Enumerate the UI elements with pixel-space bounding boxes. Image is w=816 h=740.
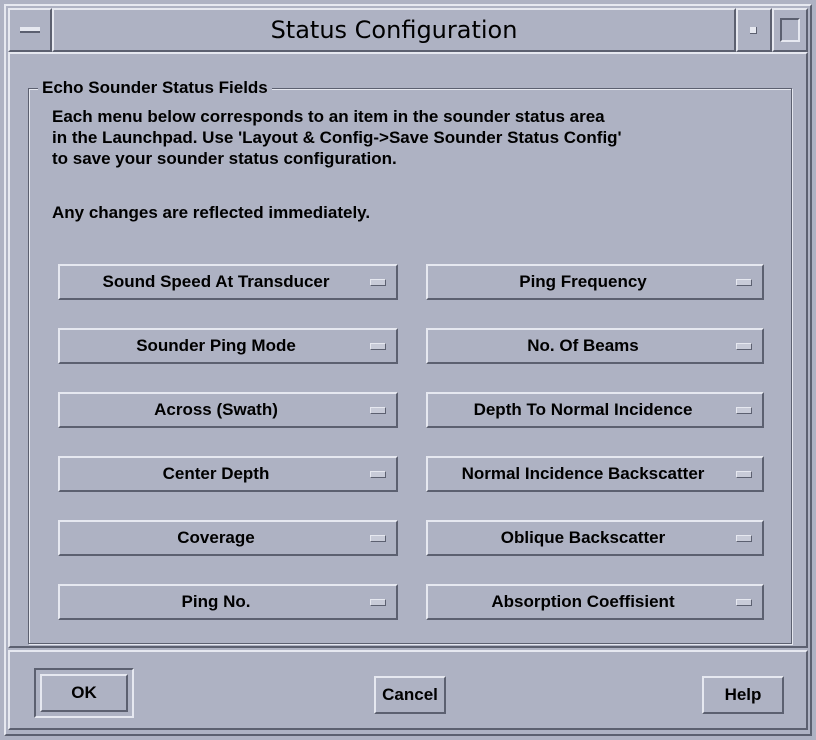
option-menu-indicator-icon: [370, 535, 386, 542]
option-menu-indicator-icon: [736, 535, 752, 542]
field-menu-label: Center Depth: [162, 464, 270, 483]
field-menu-right-2[interactable]: No. Of Beams: [426, 328, 764, 364]
field-menu-right-1[interactable]: Ping Frequency: [426, 264, 764, 300]
minimize-button[interactable]: [736, 8, 772, 52]
field-menu-right-6[interactable]: Absorption Coeffisient: [426, 584, 764, 620]
minimize-icon: [750, 27, 757, 34]
field-menu-label: Normal Incidence Backscatter: [461, 464, 705, 483]
field-menu-label: Coverage: [177, 528, 255, 547]
description-line: in the Launchpad. Use 'Layout & Config->…: [52, 128, 622, 147]
status-configuration-window: Status Configuration Echo Sounder Status…: [0, 0, 816, 740]
description-line: Each menu below corresponds to an item i…: [52, 107, 605, 126]
field-menu-left-2[interactable]: Sounder Ping Mode: [58, 328, 398, 364]
field-menu-right-4[interactable]: Normal Incidence Backscatter: [426, 456, 764, 492]
option-menu-indicator-icon: [736, 471, 752, 478]
maximize-icon: [780, 18, 800, 42]
maximize-button[interactable]: [772, 8, 808, 52]
field-menu-left-4[interactable]: Center Depth: [58, 456, 398, 492]
field-menu-label: No. Of Beams: [527, 336, 639, 355]
option-menu-indicator-icon: [736, 343, 752, 350]
option-menu-indicator-icon: [370, 279, 386, 286]
status-fields-group: [28, 88, 792, 644]
window-title[interactable]: Status Configuration: [52, 8, 736, 52]
cancel-button[interactable]: Cancel: [374, 676, 446, 714]
help-button[interactable]: Help: [702, 676, 784, 714]
field-menu-left-1[interactable]: Sound Speed At Transducer: [58, 264, 398, 300]
group-description: Each menu below corresponds to an item i…: [52, 106, 792, 169]
field-menu-label: Absorption Coeffisient: [491, 592, 675, 611]
field-menu-label: Across (Swath): [154, 400, 278, 419]
option-menu-indicator-icon: [736, 407, 752, 414]
window-menu-button[interactable]: [8, 8, 52, 52]
option-menu-indicator-icon: [370, 471, 386, 478]
field-menu-label: Depth To Normal Incidence: [473, 400, 693, 419]
field-menu-left-3[interactable]: Across (Swath): [58, 392, 398, 428]
field-menu-label: Sound Speed At Transducer: [102, 272, 330, 291]
option-menu-indicator-icon: [736, 279, 752, 286]
description-line: to save your sounder status configuratio…: [52, 149, 397, 168]
group-note: Any changes are reflected immediately.: [52, 203, 371, 222]
field-menu-label: Ping No.: [181, 592, 251, 611]
option-menu-indicator-icon: [370, 599, 386, 606]
option-menu-indicator-icon: [370, 343, 386, 350]
group-title: Echo Sounder Status Fields: [38, 78, 272, 98]
ok-button[interactable]: OK: [40, 674, 128, 712]
field-menu-right-5[interactable]: Oblique Backscatter: [426, 520, 764, 556]
option-menu-indicator-icon: [736, 599, 752, 606]
field-menu-label: Sounder Ping Mode: [136, 336, 296, 355]
field-menu-right-3[interactable]: Depth To Normal Incidence: [426, 392, 764, 428]
field-menu-label: Oblique Backscatter: [500, 528, 666, 547]
field-menu-label: Ping Frequency: [519, 272, 647, 291]
title-bar: Status Configuration: [8, 8, 808, 52]
field-menu-left-6[interactable]: Ping No.: [58, 584, 398, 620]
window-menu-icon: [20, 27, 40, 33]
option-menu-indicator-icon: [370, 407, 386, 414]
field-menu-left-5[interactable]: Coverage: [58, 520, 398, 556]
